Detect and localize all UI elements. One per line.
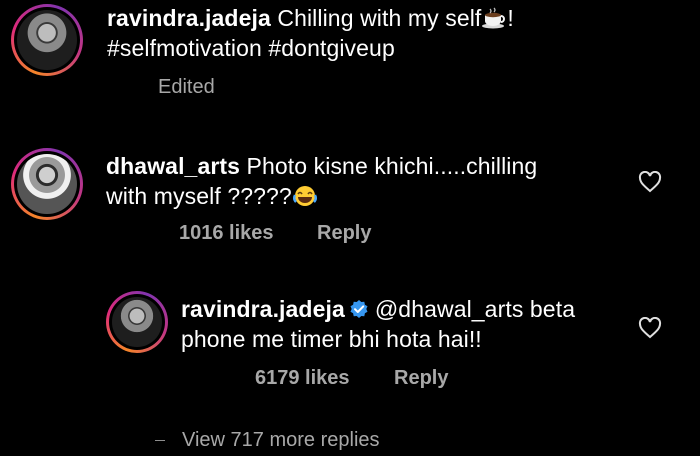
reply-likes[interactable]: 6179 likes [255, 367, 350, 390]
reply-username[interactable]: ravindra.jadeja [181, 296, 345, 322]
like-comment-heart-icon[interactable] [638, 170, 662, 193]
verified-badge-icon [349, 296, 369, 318]
reply-body-line2: phone me timer bhi hota hai!! [181, 326, 482, 352]
caption-text: ravindra.jadeja Chilling with my self! #… [107, 3, 667, 63]
avatar-photo [17, 154, 77, 214]
avatar-ring [14, 7, 80, 73]
avatar-ravindra-jadeja[interactable] [11, 4, 83, 76]
comment-body-line2: with myself ????? [106, 183, 292, 209]
reply-text: ravindra.jadeja @dhawal_arts beta phone m… [181, 294, 621, 354]
view-more-replies-link[interactable]: View 717 more replies [182, 429, 380, 452]
avatar-ring [14, 151, 80, 217]
avatar-photo [17, 10, 77, 70]
comment-body-line1: Photo kisne khichi.....chilling [246, 153, 538, 179]
avatar-dhawal-arts[interactable] [11, 148, 83, 220]
coffee-cup-icon [481, 6, 507, 29]
edited-label: Edited [158, 76, 215, 98]
caption-suffix: ! [507, 5, 514, 31]
avatar-ravindra-jadeja-reply[interactable] [106, 291, 168, 353]
comment-text: dhawal_arts Photo kisne khichi.....chill… [106, 151, 626, 211]
caption-body: Chilling with my self [277, 5, 482, 31]
comment-username[interactable]: dhawal_arts [106, 153, 240, 179]
like-reply-heart-icon[interactable] [638, 316, 662, 339]
avatar-photo [112, 297, 162, 347]
caption-username[interactable]: ravindra.jadeja [107, 5, 271, 31]
caption-hashtags[interactable]: #selfmotivation #dontgiveup [107, 35, 395, 61]
comment-reply-button[interactable]: Reply [317, 222, 371, 245]
comment-likes[interactable]: 1016 likes [179, 222, 274, 245]
laughing-face-icon [292, 184, 318, 206]
reply-body-line1: @dhawal_arts beta [374, 296, 576, 322]
avatar-ring [109, 294, 165, 350]
view-more-divider [155, 440, 165, 441]
reply-reply-button[interactable]: Reply [394, 367, 448, 390]
